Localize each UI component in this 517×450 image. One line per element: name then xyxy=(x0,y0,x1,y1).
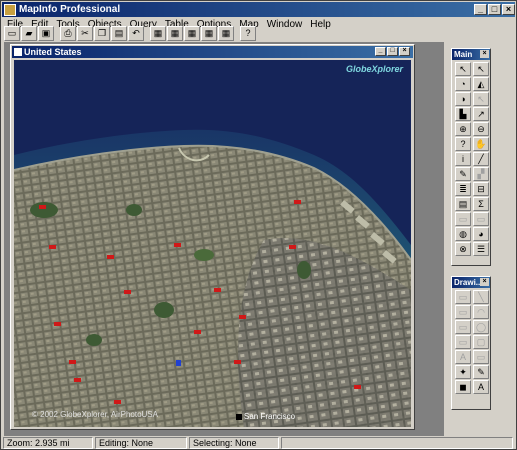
help-icon[interactable]: ? xyxy=(240,25,256,41)
menu-window[interactable]: Window xyxy=(263,18,307,31)
undo-icon[interactable]: ↶ xyxy=(128,25,144,41)
app-window: MapInfo Professional _ □ × File Edit Too… xyxy=(0,0,517,450)
boundary-select-icon[interactable]: ◑ xyxy=(455,92,471,106)
region-style-icon[interactable]: ◼ xyxy=(455,380,471,394)
rounded-rect-icon[interactable]: ▢ xyxy=(473,335,489,349)
arc-icon[interactable]: ◠ xyxy=(473,305,489,319)
map-canvas[interactable]: GlobeXplorer © 2002 GlobeXplorer, AirPho… xyxy=(14,60,411,427)
drawing-palette: Drawi... × ▭ ╲ ▭ ◠ ▭ ◯ ▭ ▢ A ▭ ✦ ✎ ◼ A xyxy=(451,276,491,410)
frame-icon[interactable]: ▭ xyxy=(473,350,489,364)
paste-icon[interactable]: ▤ xyxy=(111,25,127,41)
hotlink-icon[interactable]: ╱ xyxy=(473,152,489,166)
new-graph-icon[interactable]: ▦ xyxy=(184,25,200,41)
graph-select-icon[interactable]: ▙ xyxy=(455,107,471,121)
marquee-select-icon[interactable]: ↖ xyxy=(473,62,489,76)
drag-map-icon[interactable]: ▞ xyxy=(473,167,489,181)
standard-toolbar: ▭ ▰ ▣ ⎙ ✂ ❐ ▤ ↶ ▦ ▦ ▦ ▦ ▦? xyxy=(4,24,257,42)
status-selecting[interactable]: Selecting: None xyxy=(189,437,279,449)
text-style-icon[interactable]: A xyxy=(473,380,489,394)
cut-icon[interactable]: ✂ xyxy=(77,25,93,41)
line-icon[interactable]: ╲ xyxy=(473,290,489,304)
polygon-select-icon[interactable]: ◭ xyxy=(473,77,489,91)
legend-icon[interactable]: ▤ xyxy=(455,197,471,211)
polygon-icon[interactable]: ▭ xyxy=(455,320,471,334)
san-francisco-label: San Francisco xyxy=(236,412,295,421)
globe-icon[interactable]: ⊗ xyxy=(455,242,471,256)
layer-control-icon[interactable]: ≣ xyxy=(455,182,471,196)
main-palette-title: Main xyxy=(454,50,473,59)
new-map-icon[interactable]: ▦ xyxy=(167,25,183,41)
main-palette-close-button[interactable]: × xyxy=(480,50,489,58)
drawing-tool-grid: ▭ ╲ ▭ ◠ ▭ ◯ ▭ ▢ A ▭ ✦ ✎ ◼ A xyxy=(452,288,490,396)
add-node-icon[interactable]: ✎ xyxy=(473,365,489,379)
close-button[interactable]: × xyxy=(502,4,515,15)
grabber-icon[interactable]: ✋ xyxy=(473,137,489,151)
map-maximize-button[interactable]: □ xyxy=(387,47,398,56)
info-icon[interactable]: i xyxy=(455,152,471,166)
show-legend-icon[interactable]: ◍ xyxy=(455,227,471,241)
map-window-title: United States xyxy=(24,47,82,57)
open-icon[interactable]: ▰ xyxy=(21,25,37,41)
map-window-titlebar[interactable]: United States _ □ × xyxy=(12,46,413,58)
status-message xyxy=(281,437,513,449)
minimize-button[interactable]: _ xyxy=(474,4,487,15)
ruler-icon[interactable]: ⊟ xyxy=(473,182,489,196)
clip-region-icon[interactable]: ▭ xyxy=(455,212,471,226)
map-window: United States _ □ × GlobeXplorer © 2002 … xyxy=(10,44,415,430)
maximize-button[interactable]: □ xyxy=(488,4,501,15)
new-icon[interactable]: ▭ xyxy=(4,25,20,41)
show-statistics-icon[interactable]: ◕ xyxy=(473,227,489,241)
statistics-icon[interactable]: Σ xyxy=(473,197,489,211)
rectangle-icon[interactable]: ▭ xyxy=(455,335,471,349)
status-zoom[interactable]: Zoom: 2.935 mi xyxy=(3,437,93,449)
mdi-workspace: United States _ □ × GlobeXplorer © 2002 … xyxy=(4,42,444,436)
select-icon[interactable]: ↖ xyxy=(455,62,471,76)
zoom-out-icon[interactable]: ⊖ xyxy=(473,122,489,136)
new-browser-icon[interactable]: ▦ xyxy=(150,25,166,41)
map-minimize-button[interactable]: _ xyxy=(375,47,386,56)
drawing-palette-title: Drawi... xyxy=(454,278,483,287)
new-layout-icon[interactable]: ▦ xyxy=(201,25,217,41)
imagery-copyright: © 2002 GlobeXplorer, AirPhotoUSA xyxy=(32,410,158,419)
menu-help[interactable]: Help xyxy=(306,18,335,31)
city-label-text: San Francisco xyxy=(244,412,296,421)
drawing-palette-close-button[interactable]: × xyxy=(480,278,489,286)
map-window-icon xyxy=(14,48,22,56)
copy-icon[interactable]: ❐ xyxy=(94,25,110,41)
status-bar: Zoom: 2.935 mi Editing: None Selecting: … xyxy=(3,437,515,449)
drawing-palette-titlebar[interactable]: Drawi... × xyxy=(452,277,490,288)
main-tool-grid: ↖ ↖ ◔ ◭ ◑ ↖ ▙ ↗ ⊕ ⊖? ✋ i ╱ ✎ ▞ ≣ ⊟ ▤ Σ ▭ ▭ ◍ ◕ ⊗ ☰ xyxy=(452,60,490,258)
redistrict-icon[interactable]: ▦ xyxy=(218,25,234,41)
save-icon[interactable]: ▣ xyxy=(38,25,54,41)
symbol-icon[interactable]: ▭ xyxy=(455,290,471,304)
list-icon[interactable]: ☰ xyxy=(473,242,489,256)
print-icon[interactable]: ⎙ xyxy=(60,25,76,41)
invert-select-icon[interactable]: ↗ xyxy=(473,107,489,121)
app-titlebar[interactable]: MapInfo Professional _ □ × xyxy=(2,2,515,17)
change-view-icon[interactable]: ? xyxy=(455,137,471,151)
city-marker-icon xyxy=(236,413,242,420)
label-icon[interactable]: ✎ xyxy=(455,167,471,181)
set-target-icon[interactable]: ▭ xyxy=(473,212,489,226)
zoom-in-icon[interactable]: ⊕ xyxy=(455,122,471,136)
map-close-button[interactable]: × xyxy=(399,47,410,56)
radius-select-icon[interactable]: ◔ xyxy=(455,77,471,91)
polyline-icon[interactable]: ▭ xyxy=(455,305,471,319)
globexplorer-watermark: GlobeXplorer xyxy=(345,64,403,74)
unselect-all-icon[interactable]: ↖ xyxy=(473,92,489,106)
main-palette-titlebar[interactable]: Main × xyxy=(452,49,490,60)
ellipse-icon[interactable]: ◯ xyxy=(473,320,489,334)
app-title: MapInfo Professional xyxy=(19,4,121,15)
mapinfo-app-icon[interactable] xyxy=(4,3,16,16)
text-icon[interactable]: A xyxy=(455,350,471,364)
status-editing[interactable]: Editing: None xyxy=(95,437,187,449)
reshape-icon[interactable]: ✦ xyxy=(455,365,471,379)
main-palette: Main × ↖ ↖ ◔ ◭ ◑ ↖ ▙ ↗ ⊕ ⊖? ✋ i ╱ ✎ ▞ ≣ ⊟ ▤ Σ ▭ ▭ ◍ ◕ ⊗ ☰ xyxy=(451,48,491,266)
aerial-imagery xyxy=(14,60,411,427)
